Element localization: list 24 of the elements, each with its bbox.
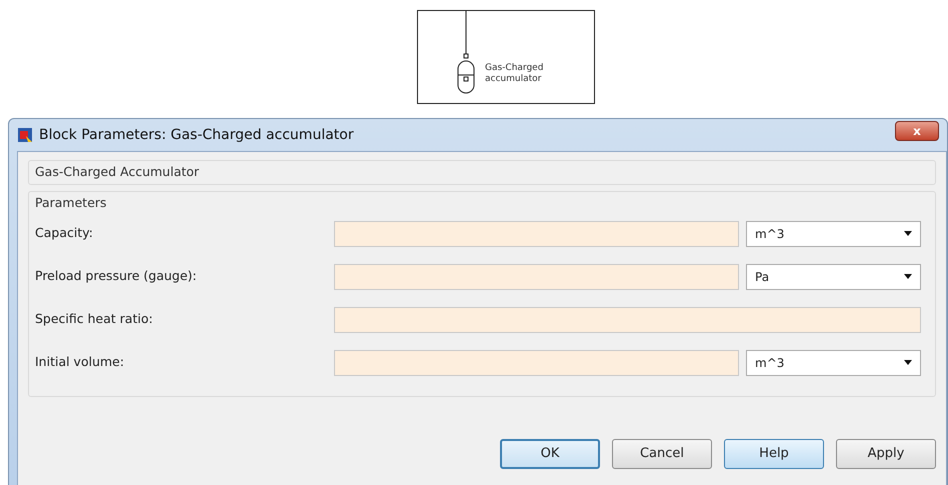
window-title: Block Parameters: Gas-Charged accumulator: [39, 126, 354, 144]
unit-dropdown[interactable]: Pa: [746, 264, 921, 290]
dialog-button[interactable]: Cancel: [612, 438, 712, 468]
group-title: Gas-Charged Accumulator: [34, 163, 200, 181]
dialog-button[interactable]: Help: [724, 438, 824, 468]
input-field[interactable]: [334, 220, 739, 246]
accumulator-block[interactable]: Gas-Charged accumulator: [417, 10, 595, 104]
field-label: Initial volume:: [34, 352, 126, 370]
group-title: Parameters: [34, 194, 108, 212]
caret-icon: [904, 360, 912, 365]
input-field[interactable]: [334, 350, 739, 376]
input-field[interactable]: [334, 306, 921, 332]
field-label: Specific heat ratio:: [34, 310, 154, 328]
block-label: Gas-Charged accumulator: [485, 63, 544, 85]
field-label: Preload pressure (gauge):: [34, 266, 198, 285]
dialog-button[interactable]: OK: [500, 438, 600, 468]
field-label: Capacity:: [34, 224, 94, 242]
input-field[interactable]: [334, 264, 739, 290]
caret-icon: [904, 274, 912, 279]
unit-dropdown[interactable]: m^3: [746, 220, 921, 246]
dialog-button[interactable]: Apply: [836, 438, 936, 468]
app-icon: [17, 127, 33, 143]
unit-dropdown[interactable]: m^3: [746, 350, 921, 376]
caret-icon: [904, 231, 912, 236]
